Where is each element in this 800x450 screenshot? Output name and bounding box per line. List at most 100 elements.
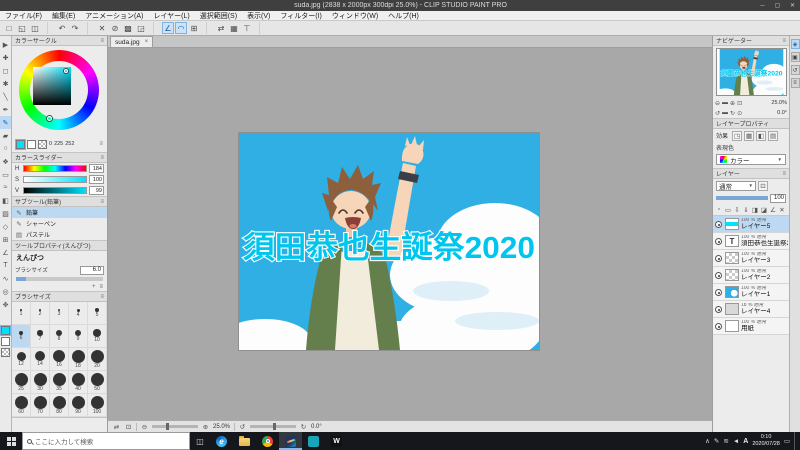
- border-effect-icon[interactable]: ◳: [732, 130, 743, 141]
- task-view-button[interactable]: ◫: [190, 432, 210, 450]
- brush-size-25[interactable]: 25: [12, 371, 31, 394]
- undo-icon[interactable]: ↶: [56, 22, 68, 34]
- rotation-slider[interactable]: [250, 423, 296, 430]
- brush-size-40[interactable]: 40: [69, 371, 88, 394]
- brush-size-70[interactable]: 70: [31, 394, 50, 417]
- frame-border-tool-icon[interactable]: ⊞: [0, 233, 11, 246]
- subtool-item-mechanical-pencil[interactable]: ✎ シャーペン: [12, 218, 107, 229]
- zoom-tool-icon[interactable]: ◎: [0, 285, 11, 298]
- airbrush-tool-icon[interactable]: ○: [0, 142, 11, 155]
- scale-rotate-icon[interactable]: ◲: [135, 22, 147, 34]
- sv-marker[interactable]: [64, 69, 68, 73]
- nav-zoom-out-icon[interactable]: ⊖: [715, 100, 720, 107]
- snap-to-grid-icon[interactable]: ⊞: [188, 22, 200, 34]
- apply-mask-icon[interactable]: ◪: [760, 205, 768, 215]
- tone-effect-icon[interactable]: ▦: [744, 130, 755, 141]
- taskbar-clock[interactable]: 0:10 2020/07/28: [752, 434, 780, 448]
- brush-size-10[interactable]: 10: [88, 325, 107, 348]
- maximize-button[interactable]: ▢: [770, 0, 785, 11]
- brush-size-14[interactable]: 14: [31, 348, 50, 371]
- ime-indicator[interactable]: A: [743, 438, 748, 445]
- selection-area-tool-icon[interactable]: ◻: [0, 64, 11, 77]
- color-wheel-menu-icon[interactable]: ≡: [100, 38, 104, 44]
- opacity-value[interactable]: 100: [770, 193, 786, 203]
- brush-size-input[interactable]: 6.0: [80, 265, 104, 275]
- layer-move-tool-icon[interactable]: ✚: [0, 51, 11, 64]
- transfer-down-icon[interactable]: ⇩: [733, 205, 741, 215]
- brush-size-9[interactable]: 9: [69, 325, 88, 348]
- menu-item-file[interactable]: ファイル(F): [0, 11, 47, 21]
- hue-marker[interactable]: [47, 116, 52, 121]
- taskbar-app-chrome[interactable]: [256, 432, 279, 450]
- eyedropper-tool-icon[interactable]: ╲: [0, 90, 11, 103]
- eraser-tool-icon[interactable]: ▭: [0, 168, 11, 181]
- navigator-thumbnail[interactable]: [715, 48, 787, 96]
- close-tab-icon[interactable]: ×: [145, 39, 149, 45]
- brush-size-8[interactable]: 8: [50, 325, 69, 348]
- subtool-item-pencil[interactable]: ✎ 鉛筆: [12, 207, 107, 218]
- layer-visibility-icon[interactable]: [715, 305, 722, 313]
- brush-size-2[interactable]: 2: [31, 302, 50, 325]
- information-palette-icon[interactable]: ≡: [790, 78, 800, 88]
- brush-size-90[interactable]: 90: [69, 394, 88, 417]
- brush-tool-icon[interactable]: ▰: [0, 129, 11, 142]
- network-icon[interactable]: ≋: [723, 437, 728, 445]
- navigator-menu-icon[interactable]: ≡: [782, 38, 786, 44]
- decoration-tool-icon[interactable]: ❖: [0, 155, 11, 168]
- canvas-artwork[interactable]: 須田恭也生誕祭2020: [239, 133, 539, 350]
- start-button[interactable]: [0, 432, 22, 450]
- redo-icon[interactable]: ↷: [69, 22, 81, 34]
- brush-size-6[interactable]: 6: [12, 325, 31, 348]
- main-color-swatch[interactable]: [0, 325, 11, 336]
- nav-rotate-slider[interactable]: ▬: [722, 110, 728, 117]
- show-desktop-button[interactable]: [794, 432, 798, 450]
- subtool-menu-icon[interactable]: ≡: [100, 199, 104, 205]
- text-tool-icon[interactable]: T: [0, 259, 11, 272]
- brush-size-80[interactable]: 80: [50, 394, 69, 417]
- brush-size-7[interactable]: 7: [31, 325, 50, 348]
- blend-tool-icon[interactable]: ≈: [0, 181, 11, 194]
- layer-panel-menu-icon[interactable]: ≡: [782, 171, 786, 177]
- taskbar-app-clip-studio[interactable]: [302, 432, 325, 450]
- brush-size-5[interactable]: 5: [88, 302, 107, 325]
- color-slider-menu-icon[interactable]: ≡: [100, 155, 104, 161]
- h-value[interactable]: 184: [89, 164, 104, 173]
- new-raster-layer-icon[interactable]: ▫: [715, 205, 723, 215]
- transparent-color-swatch[interactable]: [1, 348, 10, 357]
- create-mask-icon[interactable]: ◨: [751, 205, 759, 215]
- hidden-icons-chevron[interactable]: ∧: [705, 437, 710, 445]
- figure-tool-icon[interactable]: ◇: [0, 220, 11, 233]
- subtool-item-pastel[interactable]: ▤ パステル: [12, 229, 107, 240]
- layer-ruler-icon[interactable]: ∠: [769, 205, 777, 215]
- ruler-tool-icon[interactable]: ∠: [0, 246, 11, 259]
- show-grid-icon[interactable]: ▦: [228, 22, 240, 34]
- brush-size-16[interactable]: 16: [50, 348, 69, 371]
- rotate-ccw-icon[interactable]: ↺: [238, 423, 247, 431]
- expression-color-dropdown[interactable]: カラー ▼: [716, 154, 786, 165]
- layer-row[interactable]: 18 % 通常 レイヤー4: [713, 301, 789, 318]
- brush-size-slider[interactable]: [16, 277, 103, 281]
- action-center-icon[interactable]: ▭: [784, 437, 790, 445]
- zoom-slider[interactable]: [152, 423, 198, 430]
- brush-size-3[interactable]: 3: [50, 302, 69, 325]
- line-correction-tool-icon[interactable]: ∿: [0, 272, 11, 285]
- layer-row[interactable]: 100 % 通常 用紙: [713, 318, 789, 335]
- s-value[interactable]: 100: [89, 175, 104, 184]
- menu-item-edit[interactable]: 編集(E): [47, 11, 80, 21]
- layer-row[interactable]: 100 % 通常 レイヤー1: [713, 284, 789, 301]
- snap-to-special-ruler-icon[interactable]: ◠: [175, 22, 187, 34]
- opacity-slider[interactable]: [716, 196, 768, 200]
- history-palette-icon[interactable]: ↺: [790, 65, 800, 75]
- open-file-icon[interactable]: ◱: [16, 22, 28, 34]
- s-slider[interactable]: [23, 176, 87, 183]
- delete-icon[interactable]: ✕: [96, 22, 108, 34]
- auto-select-tool-icon[interactable]: ✱: [0, 77, 11, 90]
- brush-size-30[interactable]: 30: [31, 371, 50, 394]
- nav-zoom-in-icon[interactable]: ⊕: [730, 100, 735, 107]
- rotate-cw-icon[interactable]: ↻: [299, 423, 308, 431]
- brush-size-12[interactable]: 12: [12, 348, 31, 371]
- v-value[interactable]: 99: [89, 186, 104, 195]
- fill-tool-icon[interactable]: ◧: [0, 194, 11, 207]
- layer-visibility-icon[interactable]: [715, 322, 722, 330]
- menu-item-window[interactable]: ウィンドウ(W): [327, 11, 383, 21]
